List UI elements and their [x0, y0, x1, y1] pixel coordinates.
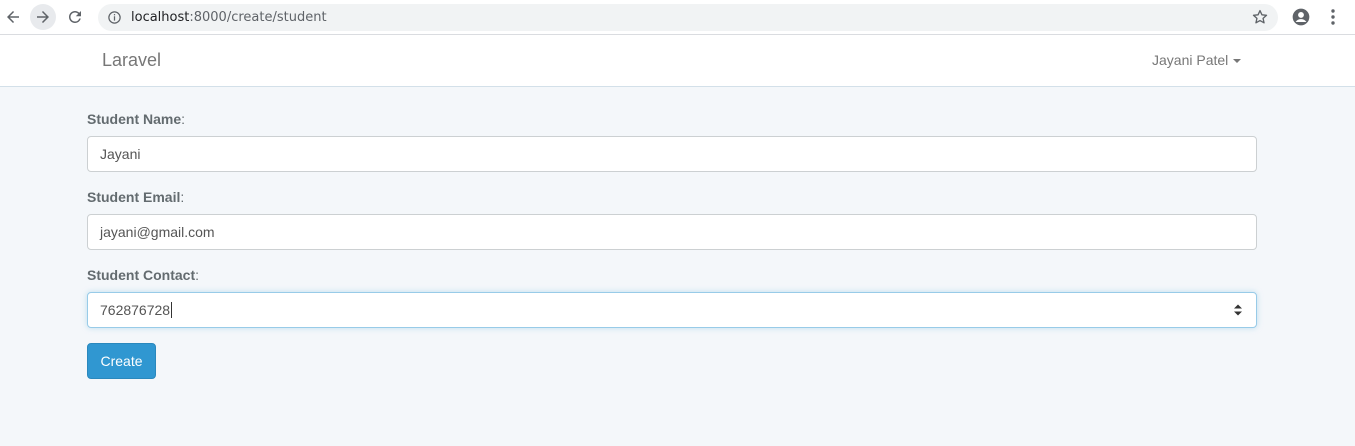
text-cursor: [171, 302, 173, 318]
email-label: Student Email:: [87, 189, 185, 205]
user-name: Jayani Patel: [1152, 52, 1229, 68]
url-host: localhost: [131, 10, 190, 25]
arrow-right-icon: [37, 11, 49, 23]
brand-link[interactable]: Laravel: [102, 35, 161, 86]
name-label: Student Name:: [87, 111, 186, 127]
email-input[interactable]: jayani@gmail.com: [87, 214, 1257, 250]
contact-input-value: 762876728: [100, 302, 171, 318]
contact-form-group: Student Contact: 762876728: [87, 267, 1257, 328]
name-input[interactable]: Jayani: [87, 136, 1257, 172]
email-label-text: Student Email: [87, 189, 181, 205]
back-button[interactable]: [0, 4, 26, 30]
star-icon[interactable]: [1251, 8, 1269, 26]
name-input-value: Jayani: [100, 146, 141, 162]
url-text: localhost:8000/create/student: [131, 4, 327, 31]
contact-input[interactable]: 762876728: [87, 292, 1257, 328]
more-vert-icon[interactable]: [1325, 7, 1341, 27]
email-form-group: Student Email: jayani@gmail.com: [87, 189, 1257, 250]
address-bar[interactable]: localhost:8000/create/student: [98, 4, 1278, 31]
caret-down-icon: [1233, 59, 1242, 64]
number-spinner-icon[interactable]: [1233, 303, 1243, 317]
user-dropdown[interactable]: Jayani Patel: [1152, 35, 1242, 86]
browser-toolbar: localhost:8000/create/student: [0, 0, 1355, 35]
reload-button[interactable]: [62, 4, 88, 30]
name-form-group: Student Name: Jayani: [87, 111, 1257, 172]
account-icon[interactable]: [1291, 7, 1311, 27]
arrow-left-icon: [7, 11, 19, 23]
contact-label: Student Contact:: [87, 267, 199, 283]
forward-button[interactable]: [30, 4, 56, 30]
reload-icon: [69, 10, 81, 23]
url-path: :8000/create/student: [189, 10, 327, 25]
create-button[interactable]: Create: [87, 343, 156, 379]
name-label-text: Student Name: [87, 111, 182, 127]
email-input-value: jayani@gmail.com: [100, 224, 215, 240]
info-icon: [108, 11, 121, 24]
app-navbar: Laravel Jayani Patel: [0, 35, 1355, 87]
contact-label-text: Student Contact: [87, 267, 196, 283]
